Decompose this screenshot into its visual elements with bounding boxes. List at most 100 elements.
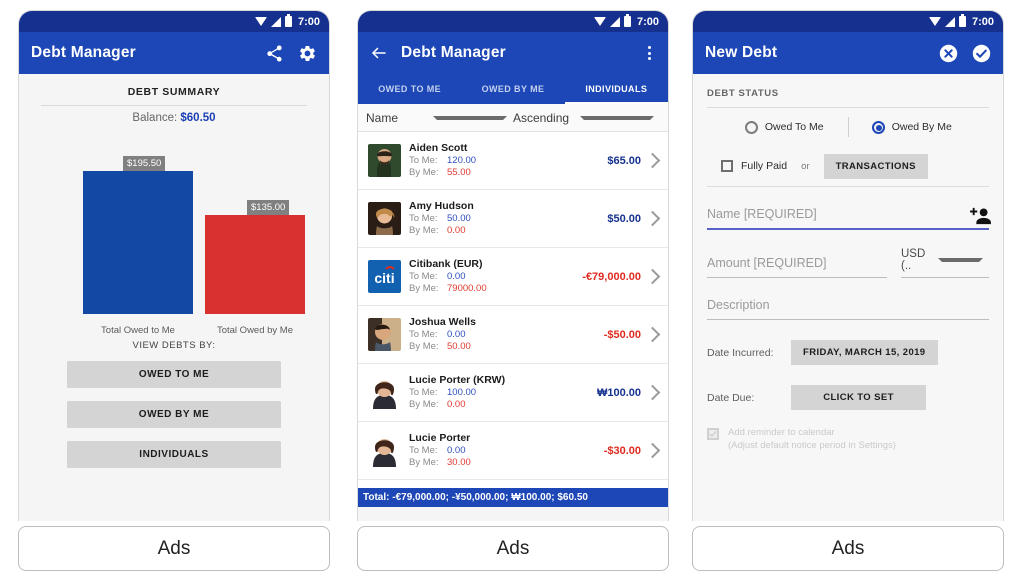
list-item-text: Amy Hudson To Me: 50.00 By Me: 0.00: [401, 200, 607, 237]
currency-value: USD (..: [901, 248, 926, 272]
date-due-row: Date Due: CLICK TO SET: [707, 385, 989, 410]
sort-direction-select[interactable]: Ascending: [513, 111, 660, 125]
radio-owed-to-me[interactable]: Owed To Me: [721, 120, 848, 134]
description-field[interactable]: Description: [707, 296, 989, 320]
balance-label: Balance:: [132, 112, 178, 124]
individuals-button[interactable]: INDIVIDUALS: [67, 441, 281, 468]
amount-placeholder: Amount [REQUIRED]: [707, 256, 827, 270]
dashboard-body: DEBT SUMMARY Balance: $60.50 $195.50 $13…: [19, 74, 329, 521]
chevron-down-icon: [938, 258, 983, 262]
by-me-value: 79000.00: [447, 283, 487, 294]
date-incurred-label: Date Incurred:: [707, 346, 774, 359]
status-time: 7:00: [636, 15, 659, 28]
to-me-label: To Me:: [409, 387, 438, 398]
gear-icon[interactable]: [298, 44, 317, 63]
balance-line: Balance: $60.50: [19, 106, 329, 124]
check-circle-icon[interactable]: [972, 44, 991, 63]
list-item[interactable]: Aiden Scott To Me: 120.00 By Me: 55.00 $65…: [358, 132, 668, 190]
ads-banner-1[interactable]: Ads: [18, 526, 330, 571]
person-name: Joshua Wells: [409, 316, 476, 328]
battery-icon: [284, 14, 292, 27]
app-bar-2: Debt Manager: [358, 32, 668, 74]
ads-banner-2[interactable]: Ads: [357, 526, 669, 571]
net-amount: ₩100.00: [596, 386, 641, 399]
list-item[interactable]: Joshua Wells To Me: 0.00 By Me: 50.00 -$50…: [358, 306, 668, 364]
person-name: Citibank (EUR): [409, 258, 483, 270]
individuals-list[interactable]: Aiden Scott To Me: 120.00 By Me: 55.00 $65…: [358, 132, 668, 488]
debt-summary-heading: DEBT SUMMARY: [127, 86, 221, 98]
list-item-text: Citibank (EUR) To Me: 0.00 By Me: 79000.00: [401, 258, 582, 295]
radio-circle-selected-icon: [871, 120, 885, 134]
share-icon[interactable]: [265, 44, 284, 63]
device-screen-2: 7:00 Debt Manager OWED TO ME OWED BY ME …: [357, 10, 669, 521]
description-field-wrap: Description: [707, 278, 989, 320]
date-due-button[interactable]: CLICK TO SET: [791, 385, 926, 410]
tab-owed-by-me[interactable]: OWED BY ME: [461, 74, 564, 104]
list-item[interactable]: Lucie Porter To Me: 0.00 By Me: 30.00 -$30…: [358, 422, 668, 480]
status-icons: [593, 14, 631, 27]
list-item[interactable]: citi Citibank (EUR) To Me: 0.00 By Me: 790…: [358, 248, 668, 306]
name-field[interactable]: Name [REQUIRED]: [707, 205, 989, 230]
to-me-value: 50.00: [447, 213, 471, 224]
radio-circle-icon: [744, 120, 758, 134]
back-arrow-icon[interactable]: [370, 44, 401, 62]
app-bar-actions: [265, 44, 317, 63]
owed-to-me-button[interactable]: OWED TO ME: [67, 361, 281, 388]
fully-paid-checkbox[interactable]: [721, 160, 733, 172]
totals-bar: Total: -€79,000.00; -¥50,000.00; ₩100.00…: [358, 488, 668, 507]
app-bar-3: New Debt: [693, 32, 1003, 74]
sort-field-select[interactable]: Name: [366, 111, 513, 125]
chevron-right-icon[interactable]: [644, 384, 661, 401]
owed-by-me-button[interactable]: OWED BY ME: [67, 401, 281, 428]
or-label: or: [801, 160, 810, 172]
currency-select-wrap: USD (..: [901, 248, 989, 278]
date-incurred-button[interactable]: FRIDAY, MARCH 15, 2019: [791, 340, 938, 365]
chevron-right-icon[interactable]: [644, 152, 661, 169]
by-me-line: By Me: 50.00: [409, 341, 604, 353]
by-me-label: By Me:: [409, 399, 439, 410]
transactions-button[interactable]: TRANSACTIONS: [823, 153, 928, 179]
phone-screen-individuals: 7:00 Debt Manager OWED TO ME OWED BY ME …: [357, 10, 669, 572]
net-amount: -$50.00: [603, 328, 641, 341]
net-amount: $65.00: [607, 154, 641, 167]
to-me-value: 0.00: [447, 445, 466, 456]
app-bar-1: Debt Manager: [19, 32, 329, 74]
by-me-value: 30.00: [447, 457, 471, 468]
chevron-down-icon: [432, 115, 507, 120]
chevron-right-icon[interactable]: [644, 442, 661, 459]
status-icons: [928, 14, 966, 27]
bar-owed-to-me: [83, 171, 193, 314]
name-field-wrap: Name [REQUIRED]: [707, 187, 991, 230]
overflow-menu-icon[interactable]: [643, 44, 656, 62]
sort-direction-value: Ascending: [513, 110, 570, 125]
chevron-right-icon[interactable]: [644, 326, 661, 343]
radio-owed-by-me-label: Owed By Me: [891, 121, 952, 133]
reminder-checkbox: [707, 428, 719, 440]
list-item[interactable]: Amy Hudson To Me: 50.00 By Me: 0.00 $50.00: [358, 190, 668, 248]
tab-owed-to-me[interactable]: OWED TO ME: [358, 74, 461, 104]
tab-individuals[interactable]: INDIVIDUALS: [564, 74, 668, 104]
signal-icon: [944, 16, 955, 27]
chevron-right-icon[interactable]: [644, 268, 661, 285]
chevron-right-icon[interactable]: [644, 210, 661, 227]
amount-field[interactable]: Amount [REQUIRED]: [707, 254, 887, 278]
status-bar: 7:00: [19, 11, 329, 32]
by-me-label: By Me:: [409, 167, 439, 178]
to-me-line: To Me: 0.00: [409, 329, 604, 341]
device-screen-1: 7:00 Debt Manager DEBT SUMMARY Balance: …: [18, 10, 330, 521]
to-me-value: 0.00: [447, 329, 466, 340]
by-me-line: By Me: 79000.00: [409, 283, 582, 295]
wifi-icon: [254, 17, 267, 26]
status-bar: 7:00: [358, 11, 668, 32]
x-tick-label-1: Total Owed by Me: [216, 325, 294, 336]
list-item[interactable]: Lucie Porter (KRW) To Me: 100.00 By Me: 0.…: [358, 364, 668, 422]
by-me-label: By Me:: [409, 457, 439, 468]
ads-banner-3[interactable]: Ads: [692, 526, 1004, 571]
to-me-label: To Me:: [409, 213, 438, 224]
add-person-icon[interactable]: [967, 206, 991, 225]
radio-owed-by-me[interactable]: Owed By Me: [849, 120, 976, 134]
close-circle-icon[interactable]: [939, 44, 958, 63]
calendar-reminder-row: Add reminder to calendar (Adjust default…: [707, 426, 989, 452]
currency-select[interactable]: USD (..: [901, 248, 989, 278]
by-me-label: By Me:: [409, 341, 439, 352]
